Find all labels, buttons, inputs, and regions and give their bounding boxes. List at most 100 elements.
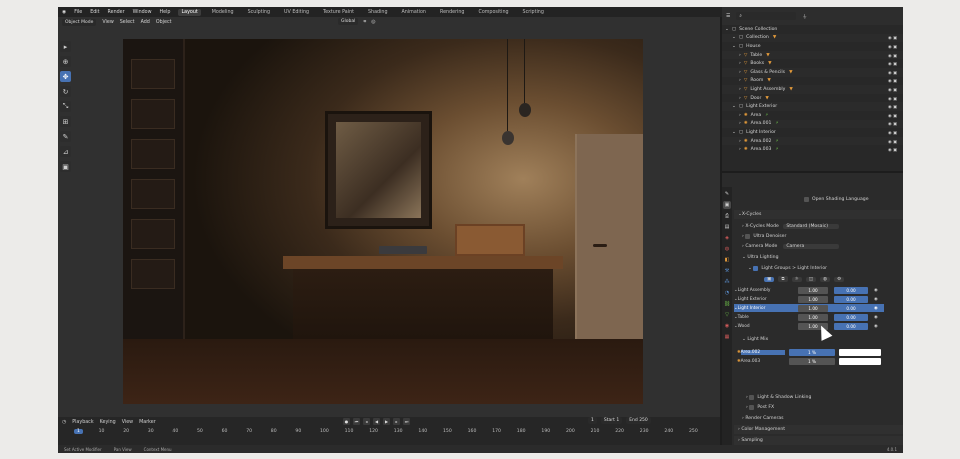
play-icon[interactable]: ▶: [383, 418, 390, 425]
workspace-tab-shading[interactable]: Shading: [365, 9, 391, 16]
xcycles-mode-dropdown[interactable]: Standard (Mosaic): [783, 223, 840, 229]
outliner-row[interactable]: ⌄ ▢ Light Exterior ◉ ▣: [722, 102, 903, 111]
outliner-row[interactable]: › ✺ Area.002 ⚡ ◉ ▣: [722, 136, 903, 146]
visibility-eye-icon[interactable]: ◉ ▣: [888, 104, 897, 109]
material-tab-icon[interactable]: ◉: [723, 322, 731, 330]
visibility-eye-icon[interactable]: ◉ ▣: [888, 139, 897, 144]
outliner-row[interactable]: › ▽ Door ▼ ◉ ▣: [722, 94, 903, 103]
frame-tick[interactable]: 80: [271, 429, 277, 434]
frame-tick[interactable]: 220: [615, 429, 624, 434]
outliner-row[interactable]: ⌄ ▢ Scene Collection: [722, 25, 903, 34]
workspace-tab-modeling[interactable]: Modeling: [209, 9, 237, 16]
visibility-eye-icon[interactable]: ◉ ▣: [888, 53, 897, 58]
annotate-tool-icon[interactable]: ✎: [60, 131, 71, 142]
menu-render[interactable]: Render: [108, 10, 125, 15]
select-box-tool-icon[interactable]: ▸: [60, 41, 71, 52]
workspace-tab-animation[interactable]: Animation: [399, 9, 429, 16]
visibility-eye-icon[interactable]: ◉ ▣: [888, 87, 897, 92]
color-management-panel[interactable]: › Color Management: [734, 425, 903, 434]
frame-tick[interactable]: 20: [123, 429, 129, 434]
outliner-search-field[interactable]: ⌕: [736, 12, 797, 20]
visibility-eye-icon[interactable]: ◉ ▣: [888, 44, 897, 49]
menu-window[interactable]: Window: [133, 10, 152, 15]
chevron-right-icon[interactable]: ›: [739, 113, 741, 118]
data-tab-icon[interactable]: ▽: [723, 311, 731, 319]
timeline-menu-marker[interactable]: Marker: [139, 420, 156, 425]
frame-tick[interactable]: 170: [492, 429, 501, 434]
frame-tick[interactable]: 200: [566, 429, 575, 434]
frame-tick[interactable]: 230: [640, 429, 649, 434]
frame-ruler[interactable]: 1 10 20 30 40 50 60 70 80 90 100 110 120 130 140 150 160…: [58, 429, 720, 437]
outliner-row[interactable]: › ✺ Area ⚡ ◉ ▣: [722, 111, 903, 120]
visibility-eye-icon[interactable]: ◉ ▣: [888, 96, 897, 101]
frame-tick[interactable]: 250: [689, 429, 698, 434]
3d-viewport[interactable]: Object Mode View Select Add Object Globa…: [58, 17, 720, 417]
frame-tick[interactable]: 120: [369, 429, 378, 434]
record-icon[interactable]: ●: [343, 418, 350, 425]
light-group-visibility-icon[interactable]: ◉: [874, 315, 878, 320]
menu-file[interactable]: File: [74, 10, 82, 15]
workspace-tab-uv-editing[interactable]: UV Editing: [281, 9, 312, 16]
chevron-right-icon[interactable]: ›: [739, 96, 741, 101]
chevron-down-icon[interactable]: ⌄: [732, 44, 736, 49]
render-cameras-row[interactable]: › Render Cameras: [742, 414, 903, 422]
visibility-eye-icon[interactable]: ◉ ▣: [888, 113, 897, 118]
chevron-right-icon[interactable]: ›: [739, 87, 741, 92]
viewport-menu-add[interactable]: Add: [141, 20, 150, 25]
outliner-row[interactable]: › ▽ Glass & Pencils ▼ ◉ ▣: [722, 67, 903, 77]
ultra-denoiser-checkbox[interactable]: [745, 233, 751, 239]
workspace-tab-scripting[interactable]: Scripting: [520, 9, 547, 16]
object-tab-icon[interactable]: ◧: [723, 256, 731, 264]
proportional-edit-icon[interactable]: ◎: [371, 19, 375, 25]
osl-checkbox[interactable]: [804, 196, 809, 202]
frame-tick[interactable]: 70: [246, 429, 252, 434]
light-group-offset-field[interactable]: 0.00: [834, 286, 868, 294]
workspace-tab-sculpting[interactable]: Sculpting: [245, 9, 273, 16]
group-object-icon[interactable]: ◫: [805, 276, 817, 282]
modifier-icon[interactable]: ▼: [768, 61, 771, 66]
chevron-down-icon[interactable]: ⌄: [732, 130, 736, 135]
timeline-menu-playback[interactable]: Playback: [72, 420, 93, 425]
light-group-strength-field[interactable]: 1.00: [798, 304, 828, 312]
light-mix-value-field[interactable]: 1 %: [789, 357, 835, 365]
light-group-offset-field[interactable]: 0.00: [834, 322, 868, 330]
tool-tab-icon[interactable]: ✎: [723, 190, 731, 198]
light-group-offset-field[interactable]: 0.00: [834, 313, 868, 321]
outliner-row[interactable]: › ▽ Table ▼ ◉ ▣: [722, 50, 903, 60]
light-group-row[interactable]: ⌄ Wood 1.00 0.00 ◉: [734, 322, 884, 330]
object-mode-dropdown[interactable]: Object Mode: [62, 18, 97, 26]
outliner-row[interactable]: › ▽ Light Assembly ▼ ◉ ▣: [722, 85, 903, 94]
frame-tick[interactable]: 100: [320, 429, 329, 434]
frame-tick[interactable]: 110: [345, 429, 354, 434]
chevron-right-icon[interactable]: ›: [739, 61, 741, 66]
snap-icon[interactable]: ⌗: [363, 19, 366, 25]
workspace-tab-texture-paint[interactable]: Texture Paint: [320, 9, 357, 16]
ultra-lighting-row[interactable]: ⌄ Ultra Lighting: [742, 253, 903, 261]
frame-tick[interactable]: 190: [541, 429, 550, 434]
light-group-offset-field[interactable]: 0.00: [834, 295, 868, 303]
frame-tick[interactable]: 160: [468, 429, 477, 434]
frame-tick[interactable]: 240: [664, 429, 673, 434]
chevron-right-icon[interactable]: ›: [739, 139, 741, 144]
light-mix-row[interactable]: ✺ Area.002 1 %: [737, 348, 885, 356]
viewport-menu-object[interactable]: Object: [156, 20, 172, 25]
add-cube-tool-icon[interactable]: ▣: [60, 161, 71, 172]
frame-tick[interactable]: 60: [222, 429, 228, 434]
post-fx-checkbox[interactable]: [749, 404, 755, 410]
timeline-menu-view[interactable]: View: [122, 420, 133, 425]
camera-mode-field[interactable]: Camera: [783, 243, 840, 249]
light-group-row[interactable]: ⌄ Table 1.00 0.00 ◉: [734, 313, 884, 321]
viewport-menu-view[interactable]: View: [102, 20, 113, 25]
light-group-visibility-icon[interactable]: ◉: [874, 324, 878, 329]
outliner-row[interactable]: › ✺ Area.003 ⚡ ◉ ▣: [722, 145, 903, 154]
light-mix-row[interactable]: ✺ Area.003 1 %: [737, 357, 885, 365]
group-linking-icon[interactable]: ⧉: [778, 276, 788, 282]
outliner-row[interactable]: › ✺ Area.001 ⚡ ◉ ▣: [722, 119, 903, 129]
chevron-down-icon[interactable]: ⌄: [732, 35, 736, 40]
visibility-eye-icon[interactable]: ◉ ▣: [888, 61, 897, 66]
frame-tick[interactable]: 40: [172, 429, 178, 434]
frame-tick[interactable]: 30: [148, 429, 154, 434]
outliner-row[interactable]: › ▽ Room ▼ ◉ ▣: [722, 77, 903, 86]
start-frame-field[interactable]: Start 1: [600, 417, 623, 424]
modifier-icon[interactable]: ▼: [789, 87, 792, 92]
